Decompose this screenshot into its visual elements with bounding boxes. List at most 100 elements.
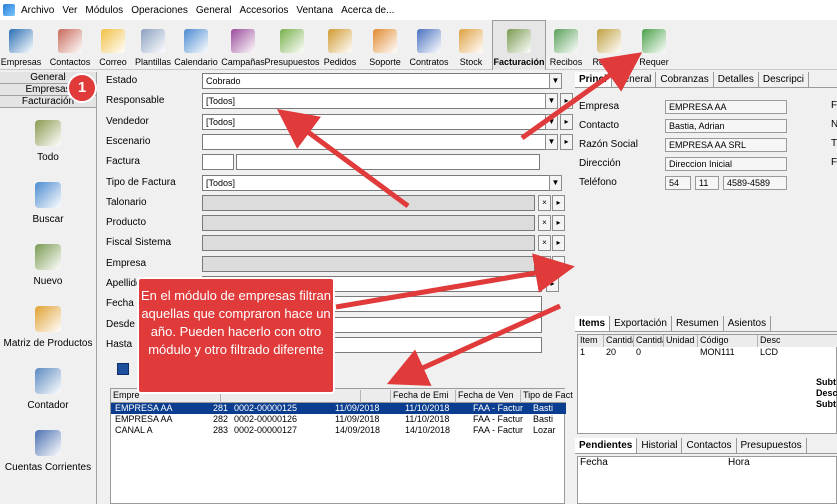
nav-item-5[interactable]: Cuentas Corrientes: [0, 430, 97, 492]
clear-x-icon[interactable]: ×: [538, 215, 551, 232]
table-row[interactable]: EMPRESA AA 282 0002-00000126 11/09/2018 11/1…: [111, 414, 566, 425]
menu-archivo[interactable]: Archivo: [17, 5, 58, 16]
items-tab-0[interactable]: Items: [575, 316, 611, 331]
menu-general[interactable]: General: [192, 5, 236, 16]
toolbar-button-soporte[interactable]: Soporte: [364, 20, 406, 70]
chevron-right-icon[interactable]: ▸: [552, 194, 565, 211]
toolbar-button-campañas[interactable]: Campañas: [220, 20, 266, 70]
items-header-cell[interactable]: Código: [698, 335, 758, 347]
grid-header-cell-1[interactable]: [331, 390, 361, 403]
menu-ver[interactable]: Ver: [58, 5, 81, 16]
items-header-cell[interactable]: Cantidad: [604, 335, 634, 347]
nav-item-3[interactable]: Matriz de Productos: [0, 306, 97, 368]
menu-acerca[interactable]: Acerca de...: [337, 5, 398, 16]
detail-tab-0[interactable]: Princi: [575, 72, 612, 87]
grid-header-cell-4[interactable]: Fecha de Ven: [456, 390, 521, 403]
chevron-down-icon[interactable]: ▼: [549, 174, 562, 191]
chevron-right-icon[interactable]: ▸: [546, 276, 559, 292]
chevron-down-icon[interactable]: ▼: [545, 93, 558, 110]
filter-label: Escenario: [106, 135, 151, 147]
toolbar-button-requer[interactable]: Requer: [632, 20, 676, 70]
grid-header-cell-3[interactable]: Fecha de Emi: [391, 390, 456, 403]
factura-number-input[interactable]: [236, 154, 540, 171]
detail-tab-2[interactable]: Cobranzas: [656, 72, 714, 87]
phone-area-field[interactable]: 11: [695, 176, 719, 190]
toolbar-button-contratos[interactable]: Contratos: [408, 20, 450, 70]
items-header-cell[interactable]: Item: [578, 335, 604, 347]
pending-header-cell[interactable]: Hora: [728, 457, 750, 468]
grid-header-cell-5[interactable]: Tipo de Fact: [521, 390, 576, 403]
menu-modulos[interactable]: Módulos: [81, 5, 127, 16]
filter-label: Responsable: [106, 95, 165, 107]
toolbar-button-remitos[interactable]: Remitos: [588, 20, 630, 70]
detail-value-1[interactable]: Bastia, Adrian: [665, 119, 787, 133]
filter-field-1[interactable]: [Todos]: [202, 93, 558, 110]
clear-x-icon[interactable]: ×: [538, 235, 551, 252]
filter-field-9[interactable]: [202, 255, 535, 272]
chevron-right-icon[interactable]: ▸: [552, 235, 565, 252]
pending-tab-1[interactable]: Historial: [637, 438, 683, 453]
grid-header-cell-2[interactable]: [361, 390, 391, 403]
nav-item-2[interactable]: Nuevo: [0, 244, 97, 306]
table-row[interactable]: CANAL A 283 0002-00000127 14/09/2018 14/10/2…: [111, 425, 566, 436]
clear-x-icon[interactable]: ×: [538, 255, 551, 272]
detail-tab-4[interactable]: Descripci: [759, 72, 809, 87]
chevron-down-icon[interactable]: ▼: [545, 113, 558, 130]
toolbar-button-contactos[interactable]: Contactos: [48, 20, 92, 70]
filter-field-8[interactable]: [202, 235, 535, 252]
filter-field-3[interactable]: [202, 133, 558, 150]
filter-row-escenario: Escenario ▼ ▸: [100, 133, 573, 151]
clear-x-icon[interactable]: ×: [538, 194, 551, 211]
phone-number-field[interactable]: 4589-4589: [723, 176, 787, 190]
save-icon[interactable]: [117, 363, 129, 375]
nav-item-1[interactable]: Buscar: [0, 182, 97, 244]
toolbar-button-plantillas[interactable]: Plantillas: [134, 20, 172, 70]
detail-value-3[interactable]: Direccion Inicial: [665, 157, 787, 171]
menu-ventana[interactable]: Ventana: [292, 5, 337, 16]
detail-value-2[interactable]: EMPRESA AA SRL: [665, 138, 787, 152]
items-tab-3[interactable]: Asientos: [724, 316, 772, 331]
pending-tab-0[interactable]: Pendientes: [575, 438, 638, 453]
filter-field-7[interactable]: [202, 215, 535, 232]
toolbar-button-recibos[interactable]: Recibos: [546, 20, 586, 70]
toolbar-label: Pedidos: [323, 57, 357, 67]
table-row[interactable]: EMPRESA AA 281 0002-00000125 11/09/2018 11/1…: [111, 403, 566, 414]
nav-item-4[interactable]: Contador: [0, 368, 97, 430]
items-tab-1[interactable]: Exportación: [610, 316, 672, 331]
chevron-right-icon[interactable]: ▸: [552, 255, 565, 272]
detail-tab-3[interactable]: Detalles: [714, 72, 759, 87]
filter-field-6[interactable]: [202, 194, 535, 211]
nav-item-label: Todo: [37, 152, 59, 163]
toolbar-button-pedidos[interactable]: Pedidos: [318, 20, 362, 70]
filter-field-2[interactable]: [Todos]: [202, 113, 558, 130]
chevron-down-icon[interactable]: ▼: [545, 133, 558, 150]
menu-operaciones[interactable]: Operaciones: [127, 5, 192, 16]
toolbar-button-calendario[interactable]: Calendario: [174, 20, 218, 70]
detail-value-0[interactable]: EMPRESA AA: [665, 100, 787, 114]
items-tab-2[interactable]: Resumen: [672, 316, 724, 331]
items-header-cell[interactable]: Desc: [758, 335, 837, 347]
menu-accesorios[interactable]: Accesorios: [235, 5, 292, 16]
toolbar-button-empresas[interactable]: Empresas: [0, 20, 42, 70]
contact-card-icon: [58, 29, 82, 53]
factura-prefix-input[interactable]: [202, 154, 234, 171]
toolbar-button-stock[interactable]: Stock: [452, 20, 490, 70]
chevron-right-icon[interactable]: ▸: [560, 113, 573, 130]
chevron-right-icon[interactable]: ▸: [560, 133, 573, 150]
chevron-right-icon[interactable]: ▸: [552, 215, 565, 232]
pending-tab-3[interactable]: Presupuestos: [737, 438, 807, 453]
pending-tab-2[interactable]: Contactos: [682, 438, 737, 453]
nav-item-0[interactable]: Todo: [0, 120, 97, 182]
items-header-cell[interactable]: Unidad: [664, 335, 698, 347]
items-header-cell[interactable]: Cantidad: [634, 335, 664, 347]
pending-header-cell[interactable]: Fecha: [580, 457, 608, 468]
filter-field-0[interactable]: Cobrado: [202, 73, 562, 89]
detail-tab-1[interactable]: General: [612, 72, 657, 87]
chevron-down-icon[interactable]: ▼: [549, 73, 562, 89]
chevron-right-icon[interactable]: ▸: [560, 93, 573, 110]
phone-country-field[interactable]: 54: [665, 176, 691, 190]
toolbar-button-correo[interactable]: Correo: [94, 20, 132, 70]
toolbar-button-presupuestos[interactable]: Presupuestos: [264, 20, 320, 70]
toolbar-button-facturación[interactable]: Facturación: [492, 20, 546, 70]
filter-field-5[interactable]: [Todos]: [202, 174, 562, 191]
